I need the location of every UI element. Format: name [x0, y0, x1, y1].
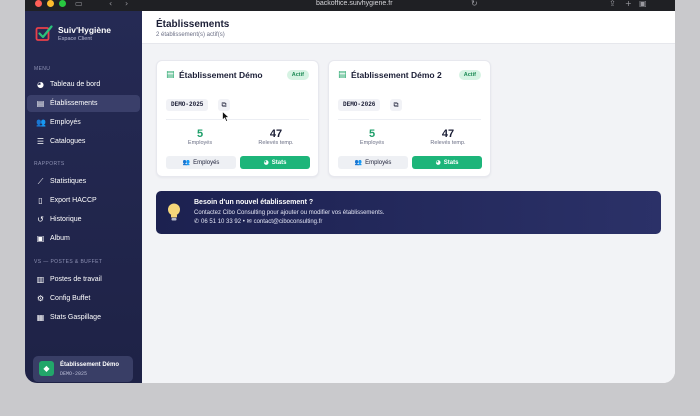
sidebar-toggle-icon[interactable]: ▭ — [75, 0, 83, 8]
lightbulb-icon — [168, 203, 180, 221]
file-icon: ▯ — [38, 196, 43, 205]
banner-text: Contactez Cibo Consulting pour ajouter o… — [194, 210, 385, 216]
section-label-rapports: RAPPORTS — [34, 161, 65, 167]
brand-name: Suiv'Hygiène — [58, 25, 112, 35]
brand[interactable]: Suiv'Hygiène Espace Client — [35, 22, 140, 46]
contact-email[interactable]: contact@ciboconsulting.fr — [254, 219, 323, 225]
phone-icon: ✆ — [194, 218, 200, 225]
readings-label: Relevés temp. — [258, 140, 294, 146]
image-icon: ▣ — [36, 234, 45, 243]
page-title: Établissements — [156, 19, 230, 30]
store-icon: ▤ — [166, 70, 175, 80]
readings-count: 47 — [441, 128, 455, 140]
users-icon: 👥 — [182, 159, 191, 166]
employees-count: 5 — [196, 128, 204, 140]
employees-label: Employés — [359, 140, 385, 146]
establishment-name: Établissement Démo — [179, 70, 263, 80]
stats-icon: ▦ — [36, 313, 45, 322]
tab-overview-icon[interactable]: ▣ — [639, 0, 647, 8]
users-icon: 👥 — [354, 159, 363, 166]
establishment-code: DEMO-2025 — [166, 99, 209, 111]
sidebar-item-export-haccp[interactable]: ▯ Export HACCP — [27, 192, 140, 209]
divider — [338, 119, 481, 120]
sidebar-item-postes-de-travail[interactable]: ▥ Postes de travail — [27, 271, 140, 288]
contact-phone[interactable]: 06 51 10 33 92 — [201, 219, 241, 225]
readings-count: 47 — [269, 128, 283, 140]
list-icon: ☰ — [36, 137, 45, 146]
line-chart-icon: ⟋ — [37, 177, 44, 186]
contact-separator: • — [242, 219, 245, 225]
maximize-window-button[interactable] — [59, 0, 66, 7]
back-icon[interactable]: ‹ — [109, 0, 112, 8]
workstation-icon: ▥ — [36, 275, 45, 284]
email-icon: ✉ — [246, 218, 252, 225]
pie-chart-icon: ◕ — [435, 159, 441, 166]
info-banner: Besoin d'un nouvel établissement ? Conta… — [156, 191, 661, 234]
status-badge: Actif — [286, 70, 309, 80]
pie-chart-icon: ◕ — [37, 80, 44, 89]
history-icon: ↺ — [37, 215, 44, 224]
sidebar-item-stats-gaspillage[interactable]: ▦ Stats Gaspillage — [27, 309, 140, 326]
current-establishment-switcher[interactable]: ◆ Établissement Démo DEMO-2025 — [33, 356, 133, 382]
main-content: Établissements 2 établissement(s) actif(… — [142, 11, 675, 383]
sidebar-item-catalogues[interactable]: ☰ Catalogues — [27, 133, 140, 150]
sidebar-item-album[interactable]: ▣ Album — [27, 230, 140, 247]
readings-label: Relevés temp. — [430, 140, 466, 146]
sidebar: Suiv'Hygiène Espace Client MENU ◕ Tablea… — [25, 11, 142, 383]
establishment-card: ▤ Établissement Démo 2 Actif DEMO-2026 ⧉… — [328, 60, 491, 177]
close-window-button[interactable] — [35, 0, 42, 7]
forward-icon[interactable]: › — [125, 0, 128, 8]
address-bar[interactable]: backoffice.suivhygiene.fr — [316, 0, 393, 8]
page-subtitle: 2 établissement(s) actif(s) — [156, 32, 225, 38]
employees-label: Employés — [187, 140, 213, 146]
current-establishment-name: Établissement Démo — [60, 362, 120, 368]
reload-icon[interactable]: ↻ — [471, 0, 478, 8]
sidebar-item-employes[interactable]: 👥 Employés — [27, 114, 140, 131]
store-icon: ▤ — [338, 70, 347, 80]
mouse-pointer-icon — [222, 111, 230, 122]
section-label-postes-buffet: VS — POSTES & BUFFET — [34, 259, 103, 265]
employees-button[interactable]: 👥 Employés — [338, 156, 408, 169]
store-icon: ▤ — [36, 99, 45, 108]
sidebar-item-statistiques[interactable]: ⟋ Statistiques — [27, 173, 140, 190]
browser-toolbar: ▭ ‹ › backoffice.suivhygiene.fr ↻ ⇪ + ▣ — [25, 0, 675, 11]
establishment-card: ▤ Établissement Démo Actif DEMO-2025 ⧉ 5… — [156, 60, 319, 177]
sidebar-item-tableau-de-bord[interactable]: ◕ Tableau de bord — [27, 76, 140, 93]
page-header: Établissements 2 établissement(s) actif(… — [142, 11, 675, 44]
divider — [166, 119, 309, 120]
brand-subtitle: Espace Client — [58, 36, 92, 42]
copy-code-button[interactable]: ⧉ — [218, 99, 230, 111]
current-establishment-code: DEMO-2025 — [60, 371, 88, 377]
section-label-menu: MENU — [34, 66, 51, 72]
copy-code-button[interactable]: ⧉ — [390, 99, 402, 111]
share-icon[interactable]: ⇪ — [609, 0, 616, 8]
banner-title: Besoin d'un nouvel établissement ? — [194, 199, 314, 206]
minimize-window-button[interactable] — [47, 0, 54, 7]
stats-button[interactable]: ◕ Stats — [240, 156, 310, 169]
pie-chart-icon: ◕ — [263, 159, 269, 166]
sidebar-item-historique[interactable]: ↺ Historique — [27, 211, 140, 228]
establishment-name: Établissement Démo 2 — [351, 70, 442, 80]
employees-button[interactable]: 👥 Employés — [166, 156, 236, 169]
new-tab-icon[interactable]: + — [625, 0, 632, 8]
status-badge: Actif — [458, 70, 481, 80]
establishment-logo-icon: ◆ — [39, 361, 54, 376]
banner-contact: ✆ 06 51 10 33 92 • ✉ contact@ciboconsultin… — [194, 218, 322, 225]
sidebar-item-config-buffet[interactable]: ⚙ Config Buffet — [27, 290, 140, 307]
sidebar-item-etablissements[interactable]: ▤ Établissements — [27, 95, 140, 112]
browser-window: ▭ ‹ › backoffice.suivhygiene.fr ↻ ⇪ + ▣ … — [25, 0, 675, 383]
gear-icon: ⚙ — [36, 294, 45, 303]
brand-logo-icon — [35, 25, 53, 41]
stats-button[interactable]: ◕ Stats — [412, 156, 482, 169]
users-icon: 👥 — [36, 118, 46, 127]
establishment-code: DEMO-2026 — [338, 99, 381, 111]
employees-count: 5 — [368, 128, 376, 140]
